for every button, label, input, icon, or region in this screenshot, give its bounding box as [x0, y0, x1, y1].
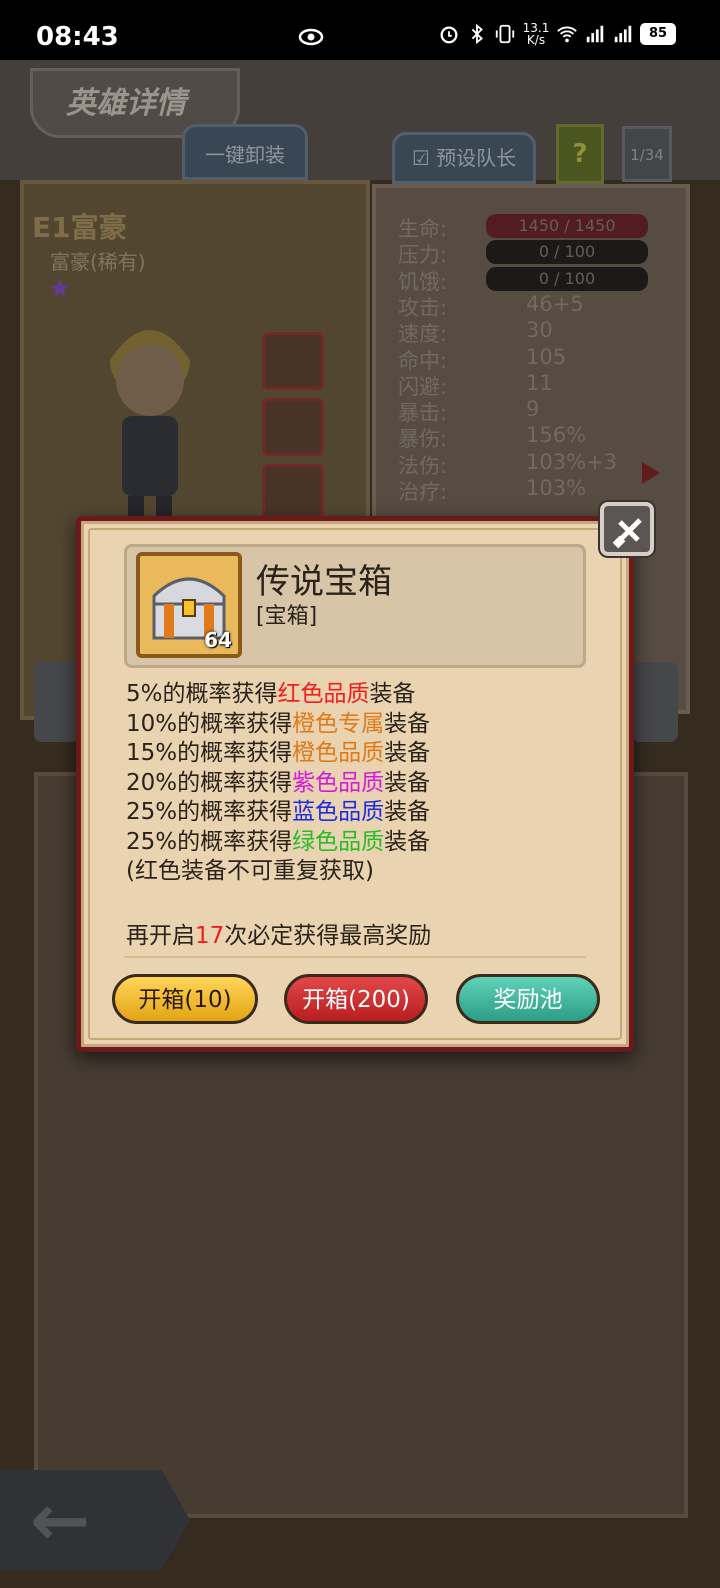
clock: 08:43 [36, 22, 119, 52]
close-icon [612, 518, 642, 549]
drop-rate-list: 5%的概率获得红色品质装备 10%的概率获得橙色专属装备 15%的概率获得橙色品质装… [126, 680, 586, 887]
item-type: [宝箱] [256, 604, 318, 629]
drop-rate-line: 25%的概率获得绿色品质装备 [126, 828, 431, 855]
drop-rate-line: 10%的概率获得橙色专属装备 [126, 710, 431, 737]
quality-label: 蓝色品质 [292, 799, 385, 825]
signal-icon [614, 25, 632, 43]
item-quantity: 64 [204, 628, 232, 652]
net-speed: 13.1 K/s [522, 21, 550, 47]
quality-label: 橙色品质 [292, 740, 385, 766]
status-icons: 13.1 K/s 85 [438, 22, 676, 46]
battery-icon: 85 [640, 23, 676, 45]
quality-label: 绿色品质 [292, 828, 385, 855]
drop-rate-line: 15%的概率获得橙色品质装备 [126, 740, 431, 766]
quality-label: 橙色专属 [292, 710, 385, 737]
eye-icon [298, 28, 324, 46]
divider [124, 956, 586, 958]
wifi-icon [557, 26, 577, 43]
item-name: 传说宝箱 [256, 562, 392, 602]
open-200-button[interactable]: 开箱(200) [284, 974, 428, 1024]
alarm-icon [440, 26, 458, 44]
drop-rate-line: 5%的概率获得红色品质装备 [126, 681, 416, 707]
guarantee-count: 17 [195, 923, 225, 949]
reward-pool-button[interactable]: 奖励池 [456, 974, 600, 1024]
drop-note: (红色装备不可重复获取) [126, 858, 374, 884]
quality-label: 红色品质 [277, 681, 370, 707]
drop-rate-line: 25%的概率获得蓝色品质装备 [126, 799, 431, 825]
open-10-button[interactable]: 开箱(10) [112, 974, 258, 1024]
drop-rate-line: 20%的概率获得紫色品质装备 [126, 769, 431, 796]
signal-icon [586, 25, 604, 43]
guarantee-text: 再开启17次必定获得最高奖励 [126, 923, 432, 949]
bluetooth-icon [471, 23, 483, 45]
treasure-chest-icon: 64 [136, 552, 242, 658]
quality-label: 紫色品质 [292, 769, 385, 796]
vibrate-icon [495, 24, 515, 44]
close-button[interactable] [600, 502, 654, 556]
